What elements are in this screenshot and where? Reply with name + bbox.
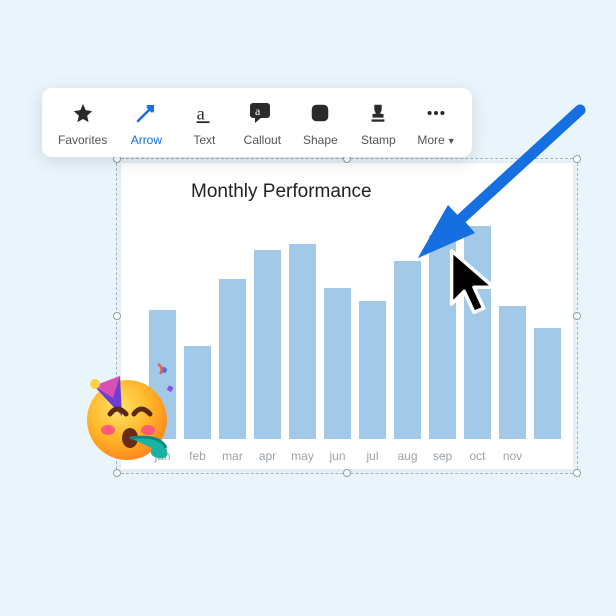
party-face-sticker[interactable] (72, 358, 182, 468)
stamp-icon (365, 100, 391, 126)
bar (499, 306, 526, 439)
more-icon (423, 100, 449, 126)
x-tick-label: aug (394, 449, 421, 463)
resize-handle[interactable] (573, 312, 581, 320)
tool-favorites[interactable]: Favorites (58, 100, 107, 147)
tool-label: Text (193, 133, 215, 147)
arrow-icon (133, 100, 159, 126)
svg-text:a: a (255, 104, 261, 118)
resize-handle[interactable] (573, 155, 581, 163)
bar (324, 288, 351, 439)
x-tick-label: apr (254, 449, 281, 463)
chart-xaxis: janfebmaraprmayjunjulaugsepoctnov (149, 449, 561, 463)
x-tick-label: nov (499, 449, 526, 463)
shape-icon (307, 100, 333, 126)
tool-arrow[interactable]: Arrow (127, 100, 165, 147)
x-tick-label: feb (184, 449, 211, 463)
tool-label: Arrow (131, 133, 162, 147)
x-tick-label: jul (359, 449, 386, 463)
resize-handle[interactable] (573, 469, 581, 477)
svg-text:a: a (197, 103, 205, 123)
tool-text[interactable]: a Text (185, 100, 223, 147)
callout-icon: a (249, 100, 275, 126)
tool-label: More▼ (417, 133, 455, 147)
bar (429, 235, 456, 439)
text-icon: a (191, 100, 217, 126)
tool-callout[interactable]: a Callout (243, 100, 281, 147)
resize-handle[interactable] (343, 469, 351, 477)
tool-stamp[interactable]: Stamp (359, 100, 397, 147)
bar (534, 328, 561, 439)
bar (289, 244, 316, 439)
tool-label: Callout (244, 133, 281, 147)
tool-more[interactable]: More▼ (417, 100, 455, 147)
x-tick-label: oct (464, 449, 491, 463)
x-tick-label: mar (219, 449, 246, 463)
chart-card[interactable]: Monthly Performance janfebmaraprmayjunju… (120, 162, 574, 470)
tool-label: Favorites (58, 133, 107, 147)
bar (394, 261, 421, 439)
chart-title: Monthly Performance (191, 181, 372, 203)
tool-shape[interactable]: Shape (301, 100, 339, 147)
x-tick-label: jun (324, 449, 351, 463)
x-tick-label: sep (429, 449, 456, 463)
chart-bars (149, 217, 561, 439)
bar (359, 301, 386, 439)
x-tick-label (534, 449, 561, 463)
tool-label: Stamp (361, 133, 396, 147)
resize-handle[interactable] (113, 469, 121, 477)
bar (219, 279, 246, 439)
star-icon (70, 100, 96, 126)
chevron-down-icon: ▼ (447, 136, 456, 146)
tool-label: Shape (303, 133, 338, 147)
bar (464, 226, 491, 439)
bar (184, 346, 211, 439)
annotation-toolbar: Favorites Arrow a Text a Callout Shape S… (42, 88, 472, 157)
x-tick-label: may (289, 449, 316, 463)
bar (254, 250, 281, 439)
